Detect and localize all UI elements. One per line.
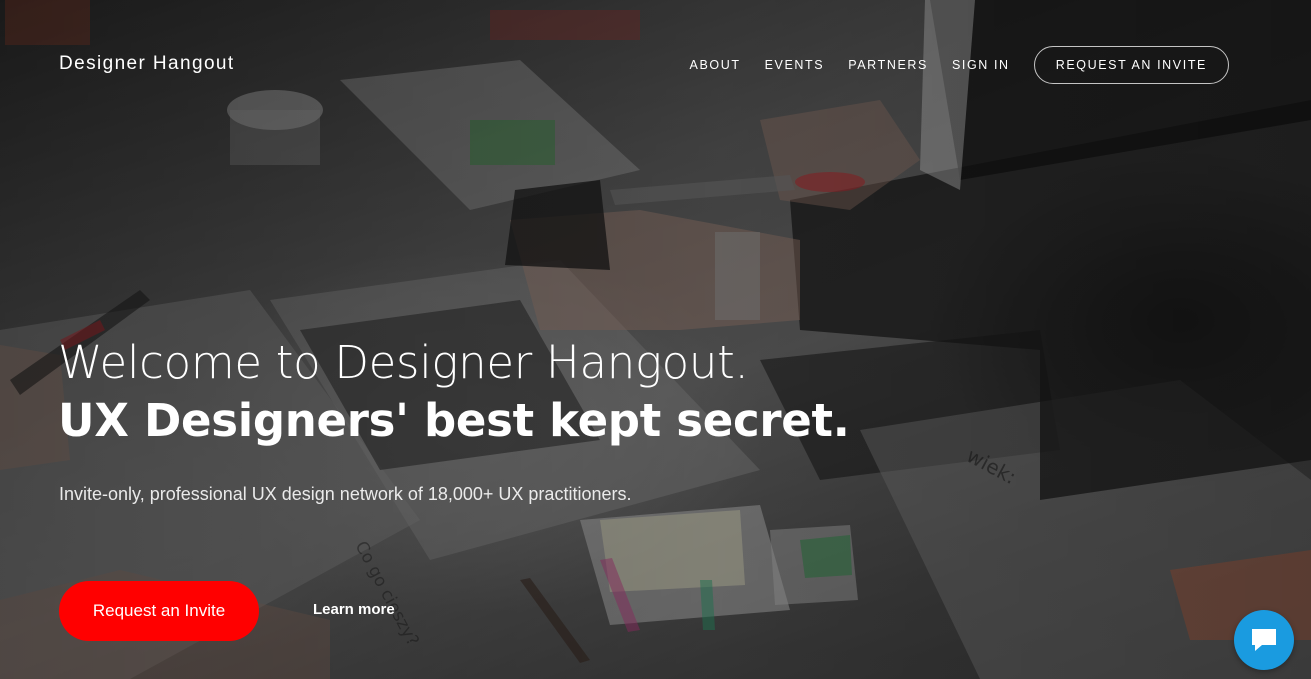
- nav-link-partners[interactable]: PARTNERS: [848, 58, 928, 72]
- main-nav: ABOUT EVENTS PARTNERS SIGN IN REQUEST AN…: [666, 45, 1229, 85]
- nav-link-about[interactable]: ABOUT: [690, 58, 741, 72]
- nav-link-events[interactable]: EVENTS: [765, 58, 825, 72]
- chat-widget-button[interactable]: [1234, 610, 1294, 670]
- learn-more-link[interactable]: Learn more: [313, 601, 395, 618]
- request-invite-nav-button[interactable]: REQUEST AN INVITE: [1033, 46, 1229, 84]
- hero-subtitle: Invite-only, professional UX design netw…: [59, 484, 632, 504]
- nav-link-sign-in[interactable]: SIGN IN: [952, 58, 1010, 72]
- hero-section: wiek: Co go cieszy? Designer Hangout ABO…: [0, 0, 1311, 679]
- chat-bubble-icon: [1252, 629, 1276, 651]
- hero-headline-line1: Welcome to Designer Hangout.: [58, 336, 749, 389]
- brand-logo-text[interactable]: Designer Hangout: [59, 53, 235, 75]
- hero-headline-line2: UX Designers' best kept secret.: [58, 394, 850, 447]
- request-invite-button[interactable]: Request an Invite: [59, 581, 259, 641]
